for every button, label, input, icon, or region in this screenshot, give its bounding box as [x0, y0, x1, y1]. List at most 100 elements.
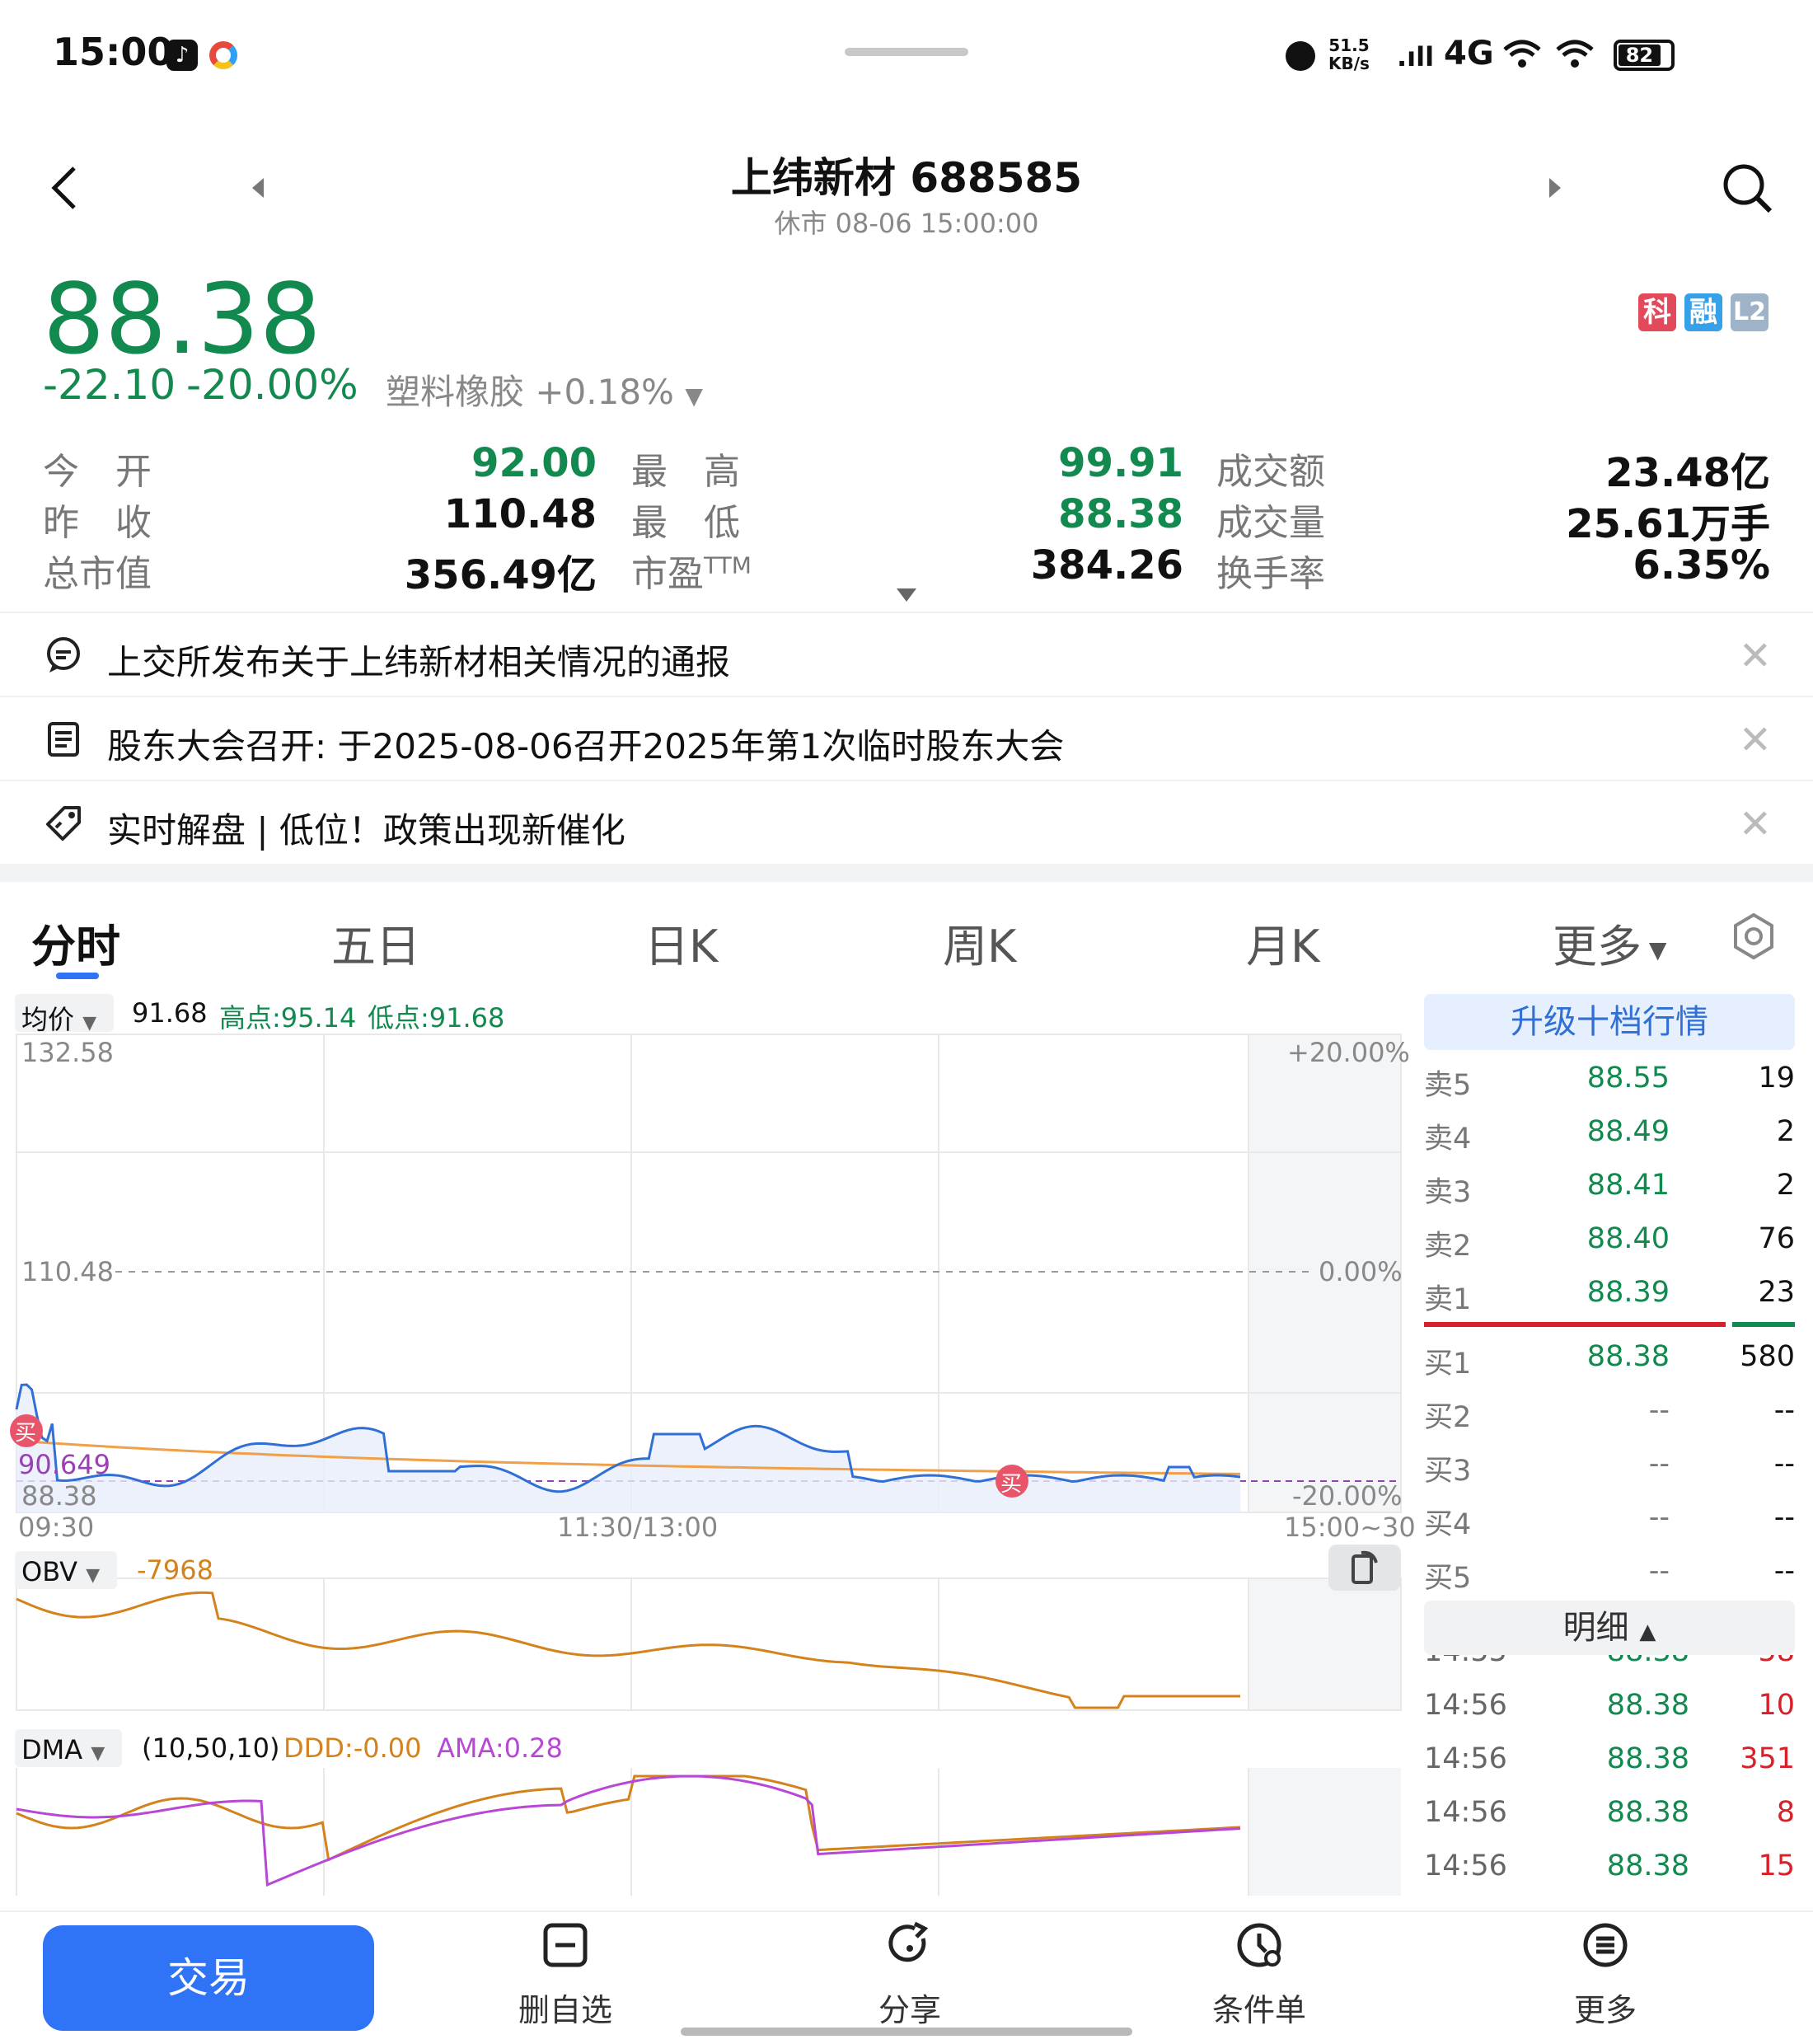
intraday-chart[interactable] [0, 1030, 1409, 1896]
pct-axis-bottom: -20.00% [1292, 1480, 1403, 1512]
sell-order-price: 88.40 [1586, 1222, 1670, 1255]
stat-value: 88.38 [1058, 491, 1183, 537]
stat-label: 总市值 [43, 553, 152, 595]
detail-toggle[interactable]: 明细 ▲ [1424, 1601, 1795, 1655]
trade-time: 14:56 [1424, 1742, 1507, 1775]
wifi-icon [1503, 40, 1541, 68]
sector-link[interactable]: 塑料橡胶 +0.18% ▼ [386, 364, 703, 415]
clock-icon [1237, 1923, 1281, 1967]
news-item-3[interactable]: 实时解盘 | 低位！政策出现新催化 ✕ [0, 780, 1813, 864]
stat-label: 成交额 [1216, 451, 1325, 493]
dma-ddd: DDD:-0.00 [283, 1732, 422, 1764]
x-axis-end: 15:00~30 [1284, 1512, 1416, 1543]
buy-order-volume: -- [1773, 1501, 1795, 1534]
news-item-2[interactable]: 股东大会召开: 于2025-08-06召开2025年第1次临时股东大会 ✕ [0, 696, 1813, 780]
buy-bar [1732, 1322, 1795, 1327]
pct-axis-top: +20.00% [1287, 1037, 1410, 1068]
tab-intraday[interactable]: 分时 [31, 910, 120, 975]
app-icon [209, 41, 237, 69]
nav-more[interactable]: 更多 [1523, 1920, 1688, 2036]
sell-bar [1424, 1322, 1726, 1327]
nav-share[interactable]: 分享 [827, 1920, 992, 2036]
sell-order-price: 88.55 [1586, 1062, 1670, 1095]
stat-value: 25.61万手 [1566, 501, 1770, 547]
news-text: 股东大会召开: 于2025-08-06召开2025年第1次临时股东大会 [107, 726, 1065, 766]
news-text: 实时解盘 | 低位！政策出现新催化 [107, 810, 625, 851]
buy-order-price: 88.38 [1586, 1340, 1670, 1373]
sell-order-volume: 19 [1758, 1062, 1795, 1095]
tab-more[interactable]: 更多 ▼ [1553, 910, 1666, 975]
next-stock-icon[interactable] [1546, 176, 1564, 199]
close-icon[interactable]: ✕ [1739, 801, 1772, 847]
share-icon [888, 1921, 929, 1962]
trade-volume: 8 [1776, 1796, 1795, 1829]
trade-price: 88.38 [1606, 1742, 1689, 1775]
buy-order-label: 买3 [1424, 1455, 1472, 1488]
upgrade-level2-button[interactable]: 升级十档行情 [1424, 994, 1795, 1050]
chat-icon [47, 637, 80, 673]
stat-label: 最 低 [631, 502, 740, 544]
stat-label: 市盈TTM [631, 551, 752, 595]
news-text: 上交所发布关于上纬新材相关情况的通报 [107, 642, 731, 682]
buy-order-price: -- [1648, 1501, 1670, 1534]
bottom-divider [0, 1910, 1813, 1912]
sell-order-label: 卖4 [1424, 1123, 1472, 1156]
stat-label: 成交量 [1216, 502, 1325, 544]
obv-value: -7968 [137, 1554, 213, 1586]
sell-order-label: 卖2 [1424, 1230, 1472, 1263]
tag-icon [46, 806, 81, 841]
sell-order-price: 88.39 [1586, 1276, 1670, 1309]
avg-price-selector[interactable]: 均价 ▼ [15, 994, 114, 1035]
nav-remove-watchlist[interactable]: 删自选 [483, 1920, 648, 2036]
nav-conditional-order[interactable]: 条件单 [1177, 1920, 1342, 2036]
rotate-screen-icon[interactable] [1328, 1545, 1401, 1591]
current-price: 88.38 [43, 262, 321, 376]
stat-label: 今 开 [43, 451, 152, 493]
tiktok-icon: ♪ [166, 40, 198, 71]
battery-icon: 82 [1614, 40, 1675, 71]
stat-value: 23.48亿 [1605, 450, 1770, 496]
document-icon [48, 722, 79, 757]
alarm-icon [1286, 41, 1315, 71]
y-axis-top: 132.58 [21, 1037, 114, 1068]
chart-settings-icon[interactable] [1729, 912, 1778, 961]
sell-order-price: 88.49 [1586, 1115, 1670, 1148]
net-speed: 51.5 KB/s [1328, 35, 1370, 73]
sell-order-volume: 23 [1758, 1276, 1795, 1309]
obv-selector[interactable]: OBV ▼ [15, 1551, 117, 1589]
sell-order-volume: 76 [1758, 1222, 1795, 1255]
stat-label: 换手率 [1216, 553, 1325, 595]
pct-axis-mid: 0.00% [1319, 1256, 1403, 1287]
status-time: 15:00 [53, 30, 174, 74]
search-icon[interactable] [1721, 162, 1775, 216]
news-item-1[interactable]: 上交所发布关于上纬新材相关情况的通报 ✕ [0, 612, 1813, 696]
sell-order-label: 卖5 [1424, 1069, 1472, 1102]
trade-volume: 351 [1740, 1742, 1795, 1775]
home-indicator[interactable] [681, 2028, 1132, 2036]
stat-label: 昨 收 [43, 502, 152, 544]
trade-volume: 10 [1758, 1689, 1795, 1722]
close-icon[interactable]: ✕ [1739, 717, 1772, 763]
trade-price: 88.38 [1607, 1655, 1689, 1668]
y-axis-current: 90.649 [18, 1449, 110, 1480]
x-axis-start: 09:30 [18, 1512, 95, 1543]
expand-stats-icon[interactable] [895, 587, 918, 603]
y-axis-mid: 110.48 [21, 1256, 114, 1287]
close-icon[interactable]: ✕ [1739, 633, 1772, 679]
trade-time: 14:56 [1424, 1796, 1507, 1829]
tab-five-day[interactable]: 五日 [331, 910, 420, 975]
buy-order-volume: -- [1773, 1447, 1795, 1480]
trade-button[interactable]: 交易 [43, 1925, 374, 2031]
tab-daily-k[interactable]: 日K [644, 910, 718, 975]
section-divider [0, 864, 1813, 882]
dma-selector[interactable]: DMA ▼ [15, 1729, 122, 1767]
stat-value: 92.00 [471, 440, 597, 486]
tab-weekly-k[interactable]: 周K [943, 910, 1016, 975]
tab-monthly-k[interactable]: 月K [1246, 910, 1319, 975]
buy-marker-label: 买 [15, 1421, 37, 1446]
signal-icon: .ıll [1397, 41, 1435, 73]
drag-handle[interactable] [845, 48, 968, 56]
buy-order-volume: -- [1773, 1394, 1795, 1427]
minus-box-icon [543, 1923, 588, 1967]
x-axis-mid: 11:30/13:00 [557, 1512, 719, 1543]
